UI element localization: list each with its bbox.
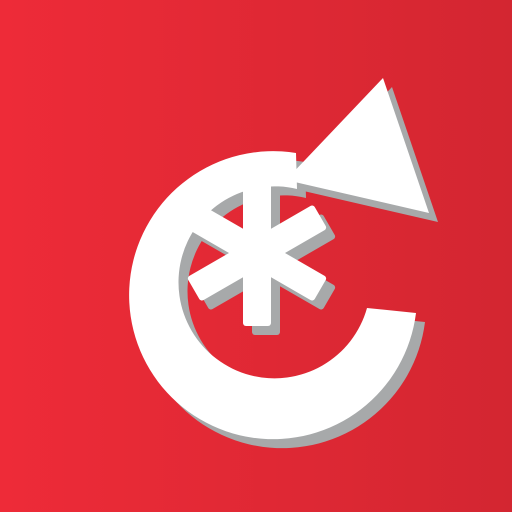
app-icon (0, 0, 512, 512)
app-icon-graphic (0, 0, 512, 512)
